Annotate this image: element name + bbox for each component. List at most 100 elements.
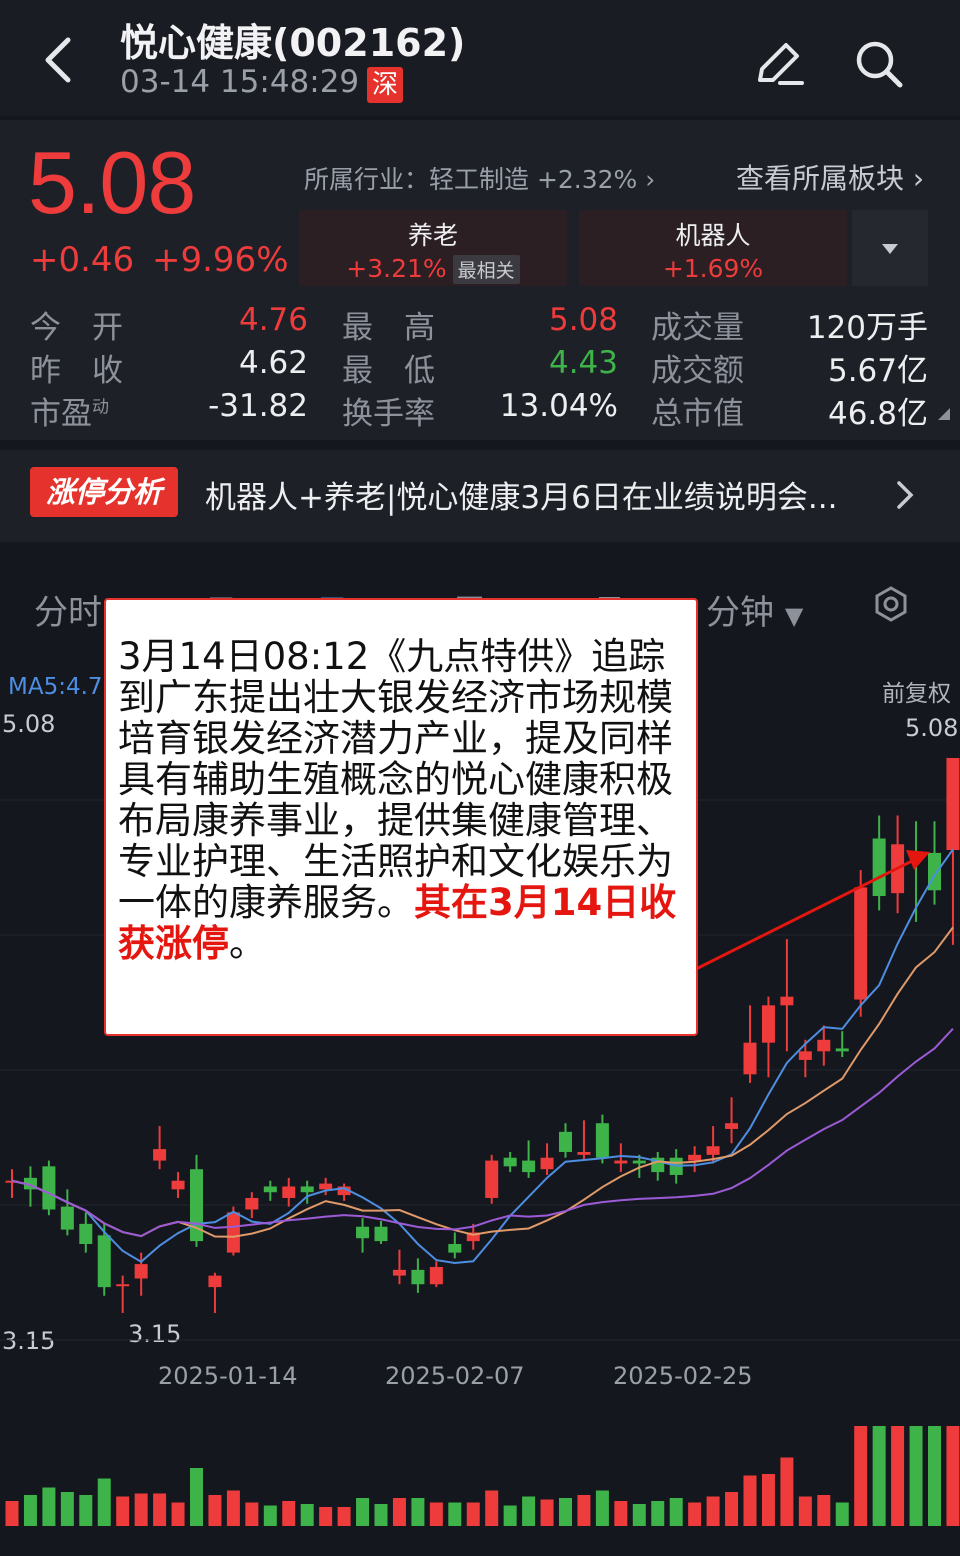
volume-bar (116, 1496, 130, 1526)
volume-bar (356, 1498, 370, 1526)
edit-pencil-icon[interactable] (752, 36, 806, 90)
volume-bar (23, 1495, 37, 1526)
volume-bar (706, 1496, 720, 1526)
candle-body (854, 887, 868, 1000)
concept-name: 养老 (407, 221, 458, 250)
candle-body (226, 1212, 240, 1253)
volume-bar (245, 1502, 259, 1526)
candle-body (392, 1269, 406, 1276)
candle-body (540, 1157, 554, 1170)
candle-body (559, 1131, 572, 1152)
candle-body (946, 758, 960, 851)
volume-bar (540, 1499, 554, 1526)
candle-body (134, 1264, 148, 1279)
volume-bar (134, 1493, 148, 1526)
stat-label-low: 最 低 (342, 353, 435, 389)
annotation-text: 3月14日08:12《九点特供》追踪到广东提出壮大银发经济市场规模培育银发经济潜… (118, 635, 677, 965)
candle-body (429, 1266, 443, 1285)
concept-card-robot[interactable]: 机器人 +1.69% (579, 210, 847, 286)
more-concepts-button[interactable] (852, 210, 928, 286)
candle-body (743, 1042, 757, 1075)
expand-corner-icon[interactable] (938, 408, 950, 420)
candle-body (153, 1149, 167, 1161)
candle-body (835, 1048, 849, 1052)
volume-bar (429, 1502, 443, 1526)
volume-bar (669, 1498, 683, 1526)
volume-bar (928, 1426, 941, 1526)
volume-bar (337, 1507, 351, 1526)
volume-bar (208, 1495, 222, 1526)
stat-label-pe: 市盈动 (30, 396, 109, 432)
annotation-arrow-head (906, 850, 930, 870)
volume-bar (282, 1501, 296, 1526)
volume-bar (559, 1498, 572, 1526)
candle-body (503, 1157, 517, 1167)
candle-body (171, 1180, 185, 1190)
candle-body (79, 1223, 93, 1244)
stat-value-open: 4.76 (238, 302, 308, 338)
back-arrow-icon[interactable] (38, 34, 78, 86)
chevron-right-icon: › (645, 165, 656, 194)
candle-body (263, 1186, 277, 1193)
price-change: +0.46 (30, 240, 135, 280)
candle-body (780, 996, 794, 1006)
caret-down-icon: ▼ (784, 602, 804, 630)
tab-intraday[interactable]: 分时 (34, 585, 102, 634)
volume-bar (743, 1475, 757, 1526)
candle-body (116, 1284, 130, 1287)
candle-body (374, 1226, 388, 1242)
stat-value-high: 5.08 (548, 302, 618, 338)
volume-bar (190, 1468, 203, 1526)
volume-bar (300, 1504, 314, 1526)
volume-bar (448, 1502, 462, 1526)
concept-change: +3.21% 最相关 (299, 254, 567, 284)
candle-body (761, 1005, 775, 1043)
quote-time: 03-14 15:48:29 (120, 64, 360, 100)
volume-bar (725, 1492, 739, 1526)
settings-icon[interactable] (872, 585, 910, 623)
search-icon[interactable] (853, 38, 905, 90)
concept-name: 机器人 (675, 221, 751, 250)
stock-title: 悦心健康(002162) (120, 21, 466, 65)
chevron-right-icon[interactable] (892, 478, 918, 512)
volume-bar (595, 1490, 609, 1526)
volume-bar (485, 1490, 499, 1526)
stat-label-turnover-rate: 换手率 (342, 396, 435, 432)
stat-label-turnover: 成交额 (651, 353, 744, 389)
volume-bar (226, 1490, 240, 1526)
volume-bar (319, 1507, 333, 1526)
stat-value-low: 4.43 (548, 345, 618, 381)
volume-bar (171, 1502, 185, 1526)
volume-bar (835, 1502, 849, 1526)
volume-bar (891, 1426, 905, 1526)
industry-link[interactable]: 所属行业：轻工制造 +2.32% › (304, 160, 655, 196)
volume-bar (5, 1501, 19, 1526)
volume-bar (651, 1501, 665, 1526)
news-headline[interactable]: 机器人+养老|悦心健康3月6日在业绩说明会... (205, 472, 837, 517)
volume-bar (522, 1496, 536, 1526)
tab-minute[interactable]: 分钟 ▼ (706, 585, 803, 634)
candle-body (706, 1146, 720, 1155)
candle-body (356, 1226, 370, 1239)
last-price: 5.08 (28, 133, 196, 232)
exchange-badge: 深 (367, 67, 403, 103)
volume-bar (872, 1426, 886, 1526)
volume-bar (263, 1505, 277, 1526)
sector-link-label: 查看所属板块 (736, 162, 905, 195)
stat-value-volume: 120万手 (806, 310, 928, 346)
candle-body (319, 1183, 333, 1190)
sector-link[interactable]: 查看所属板块 › (736, 157, 924, 197)
stat-value-market-cap: 46.8亿 (827, 396, 928, 432)
candle-body (595, 1123, 609, 1158)
candle-body (522, 1160, 536, 1173)
volume-bar (374, 1504, 388, 1526)
concept-card-elderly-care[interactable]: 养老 +3.21% 最相关 (299, 210, 567, 286)
volume-bar (817, 1495, 831, 1526)
volume-bar (79, 1495, 93, 1526)
volume-bar (780, 1457, 794, 1526)
volume-bar (411, 1498, 425, 1526)
chevron-right-icon: › (912, 162, 925, 195)
volume-bar (42, 1487, 56, 1526)
candle-body (632, 1160, 646, 1164)
stat-label-high: 最 高 (342, 310, 435, 346)
